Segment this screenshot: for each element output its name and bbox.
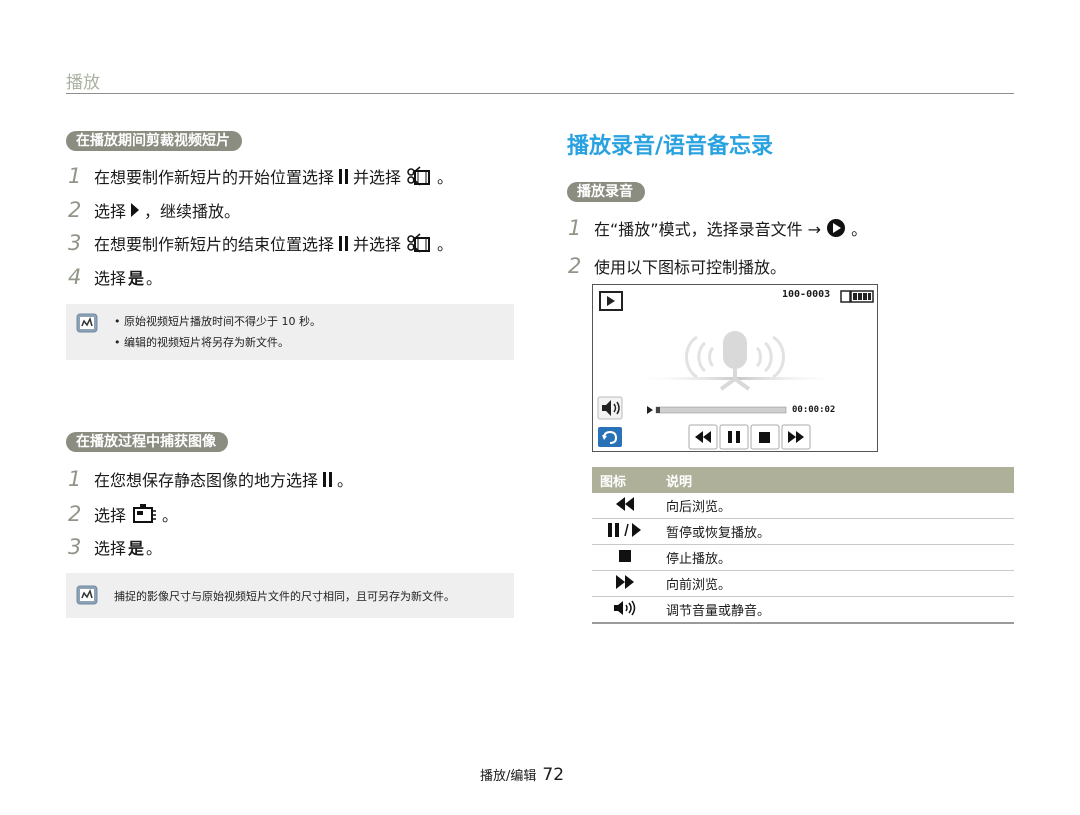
capture-step-1: 1 在您想保存静态图像的地方选择 。: [68, 467, 353, 491]
table-cell-desc: 暂停或恢复播放。: [658, 518, 1014, 545]
step-text: 使用以下图标可控制播放。: [594, 258, 787, 277]
step-text: 在想要制作新短片的开始位置选择: [94, 168, 335, 187]
trim-icon: [407, 166, 431, 186]
rewind-icon: [616, 496, 634, 511]
step-text: 。: [437, 235, 454, 254]
step-text: 在想要制作新短片的结束位置选择: [94, 235, 335, 254]
table-row: 停止播放。: [592, 544, 1014, 571]
pause-icon: [339, 235, 349, 251]
step-bold-text: 是: [128, 269, 145, 288]
section-pill-trim: 在播放期间剪裁视频短片: [66, 131, 242, 151]
capture-step-2: 2 选择 。: [68, 502, 178, 526]
trim-step-4: 4 选择 是 。: [68, 265, 162, 289]
note-box-capture: 捕捉的影像尺寸与原始视频短片文件的尺寸相同，且可另存为新文件。: [66, 573, 514, 618]
step-text: ，继续播放。: [144, 202, 241, 221]
playback-time: 00:00:02: [792, 405, 836, 415]
note-text: 捕捉的影像尺寸与原始视频短片文件的尺寸相同，且可另存为新文件。: [114, 590, 455, 603]
section-pill-capture: 在播放过程中捕获图像: [66, 432, 228, 452]
step-number: 2: [68, 198, 82, 222]
screen-graphics: [597, 290, 874, 450]
table-row: 调节音量或静音。: [592, 596, 1014, 624]
voice-step-1: 1 在“播放”模式，选择录音文件 → 。: [568, 216, 867, 240]
step-text: 。: [146, 539, 163, 558]
running-header: 播放: [66, 73, 100, 93]
table-cell-desc: 停止播放。: [658, 544, 1014, 571]
step-text: 。: [437, 168, 454, 187]
step-number: 4: [68, 265, 82, 289]
step-number: 1: [568, 216, 582, 240]
file-number: 100-0003: [782, 289, 831, 300]
note-box-trim: • 原始视频短片播放时间不得少于 10 秒。 • 编辑的视频短片将另存为新文件。: [66, 304, 514, 360]
volume-icon: [614, 600, 636, 615]
section-pill-playback: 播放录音: [567, 182, 645, 202]
stop-icon: [619, 549, 631, 562]
step-text: 并选择: [353, 235, 402, 254]
step-text: 选择: [94, 269, 127, 288]
note-bullet: • 原始视频短片播放时间不得少于 10 秒。: [114, 315, 321, 328]
step-bold-text: 是: [128, 539, 145, 558]
capture-step-3: 3 选择 是 。: [68, 535, 162, 559]
trim-icon: [407, 233, 431, 253]
table-row: 暂停或恢复播放。: [592, 518, 1014, 545]
voice-step-2: 2 使用以下图标可控制播放。: [568, 254, 786, 278]
table-row: 向前浏览。: [592, 570, 1014, 597]
note-text: 原始视频短片播放时间不得少于 10 秒。: [124, 315, 321, 328]
fast-forward-icon: [616, 574, 634, 589]
step-text: 。: [851, 220, 868, 239]
section-title: 播放录音/语音备忘录: [567, 134, 774, 159]
table-row: 向后浏览。: [592, 493, 1014, 519]
step-number: 3: [68, 231, 82, 255]
step-number: 2: [68, 502, 82, 526]
step-text: 在“播放”模式，选择录音文件 →: [594, 220, 822, 239]
pause-icon: [339, 168, 349, 184]
table-header-row: 图标 说明: [592, 467, 1014, 493]
header-divider: [66, 93, 1014, 94]
step-number: 2: [568, 254, 582, 278]
step-text: 选择: [94, 506, 127, 525]
footer-label: 播放/编辑: [480, 769, 537, 784]
table-cell-desc: 调节音量或静音。: [658, 596, 1014, 624]
pause-play-icon: [608, 522, 641, 537]
table-header-desc: 说明: [658, 467, 1014, 493]
step-text: 选择: [94, 202, 127, 221]
step-number: 1: [68, 164, 82, 188]
memo-icon: [76, 585, 98, 605]
table-cell-desc: 向后浏览。: [658, 493, 1014, 519]
trim-step-3: 3 在想要制作新短片的结束位置选择 并选择 。: [68, 231, 453, 255]
camera-screen: 100-0003 00:00:02: [592, 284, 878, 452]
note-text: 编辑的视频短片将另存为新文件。: [124, 336, 289, 349]
note-bullet: • 编辑的视频短片将另存为新文件。: [114, 336, 289, 349]
step-text: 在您想保存静态图像的地方选择: [94, 471, 319, 490]
step-number: 1: [68, 467, 82, 491]
step-text: 。: [162, 506, 179, 525]
pause-icon: [323, 471, 333, 487]
step-text: 选择: [94, 539, 127, 558]
step-text: 。: [337, 471, 354, 490]
step-text: 并选择: [353, 168, 402, 187]
trim-step-2: 2 选择 ，继续播放。: [68, 198, 240, 222]
table-cell-desc: 向前浏览。: [658, 570, 1014, 597]
table-header-icon: 图标: [592, 467, 658, 493]
step-number: 3: [68, 535, 82, 559]
step-text: 。: [146, 269, 163, 288]
capture-image-icon: [133, 504, 157, 523]
page-footer: 播放/编辑 72: [480, 765, 564, 785]
memo-icon: [76, 313, 98, 333]
icon-legend-table: 图标 说明 向后浏览。 暂停或恢复播放。 停止播放。 向前浏览。 调节音量或静音…: [592, 467, 1014, 624]
play-icon: [131, 203, 140, 217]
trim-step-1: 1 在想要制作新短片的开始位置选择 并选择 。: [68, 164, 453, 188]
play-circle-icon: [827, 219, 846, 237]
page-number: 72: [542, 765, 565, 785]
